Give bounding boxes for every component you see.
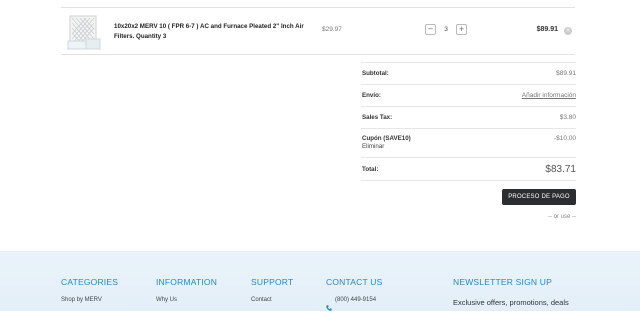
alternative-payment-label: -- or use --: [547, 214, 576, 220]
remove-item-button[interactable]: ×: [564, 27, 572, 35]
quantity-value[interactable]: 3: [440, 26, 452, 33]
subtotal-label: Subtotal:: [362, 70, 389, 77]
product-image[interactable]: [66, 15, 102, 51]
totals-divider: [361, 128, 576, 129]
cart-row-divider: [61, 54, 575, 55]
sales-tax-value: $3.80: [559, 114, 576, 121]
footer-categories-heading: CATEGORIES: [61, 277, 119, 287]
quantity-decrease-button[interactable]: −: [425, 24, 436, 35]
coupon-label: Cupón (SAVE10): [362, 135, 411, 142]
shipping-label: Envío:: [362, 92, 381, 99]
add-shipping-info-link[interactable]: Añadir información: [522, 92, 576, 99]
line-total: $89.91: [536, 26, 558, 33]
subtotal-value: $89.91: [556, 70, 576, 77]
totals-divider: [361, 84, 576, 85]
footer-contact-heading: CONTACT US: [326, 277, 383, 287]
newsletter-description: Exclusive offers, promotions, deals: [453, 298, 569, 307]
phone-icon: [326, 298, 332, 311]
unit-price: $29.97: [322, 26, 342, 33]
remove-coupon-link[interactable]: Eliminar: [362, 143, 384, 150]
sales-tax-label: Sales Tax:: [362, 114, 393, 121]
footer-support-heading: SUPPORT: [251, 277, 294, 287]
product-name[interactable]: 10x20x2 MERV 10 ( FPR 6-7 ) AC and Furna…: [114, 22, 314, 42]
footer-phone-number[interactable]: (800) 449-9154: [335, 297, 376, 303]
totals-divider: [361, 157, 576, 158]
footer-link-shop-by-merv[interactable]: Shop by MERV: [61, 297, 102, 303]
cart-top-divider: [61, 7, 575, 8]
totals-divider: [361, 62, 576, 63]
totals-divider: [361, 180, 576, 181]
total-label: Total:: [362, 166, 379, 173]
coupon-value: -$10.00: [553, 135, 576, 142]
totals-divider: [361, 106, 576, 107]
footer-information-heading: INFORMATION: [156, 277, 218, 287]
footer-newsletter-heading: NEWSLETTER SIGN UP: [453, 277, 553, 287]
checkout-button[interactable]: PROCESO DE PAGO: [502, 189, 576, 205]
footer-link-why-us[interactable]: Why Us: [156, 297, 177, 303]
footer-link-contact[interactable]: Contact: [251, 297, 272, 303]
quantity-increase-button[interactable]: +: [456, 24, 467, 35]
grand-total-value: $83.71: [545, 164, 576, 175]
